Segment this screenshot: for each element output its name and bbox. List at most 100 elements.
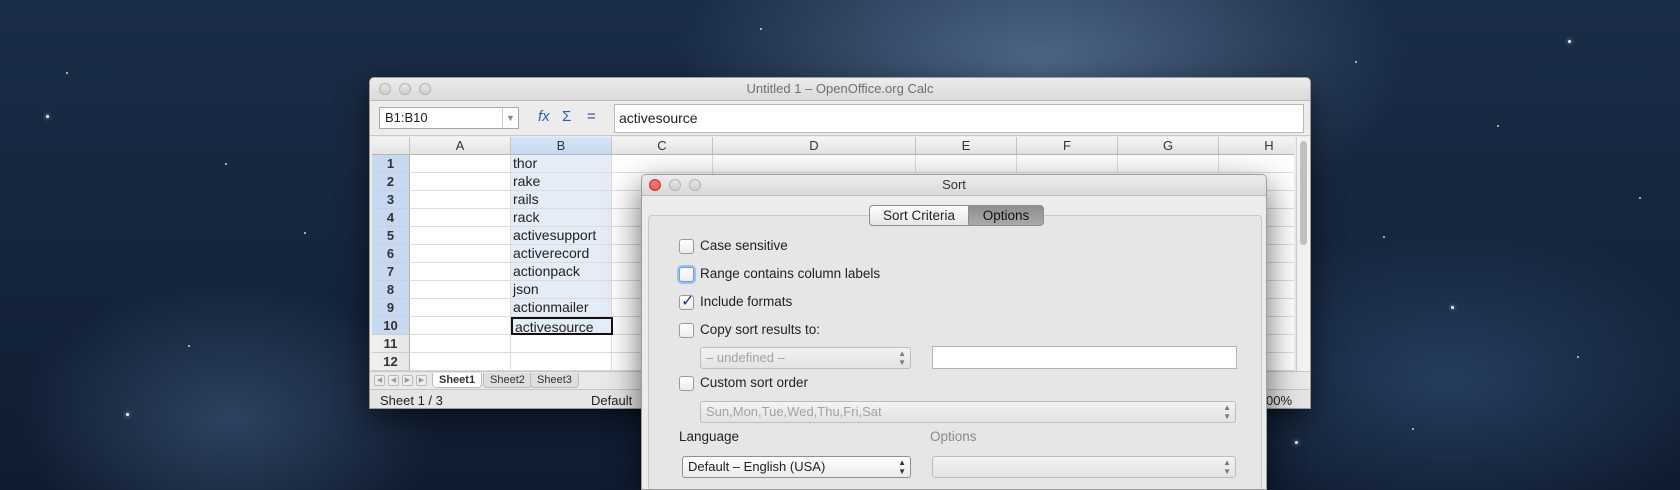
row-header[interactable]: 12 <box>372 353 410 371</box>
include-formats-label: Include formats <box>700 294 793 309</box>
chevron-down-icon[interactable]: ▼ <box>502 108 518 128</box>
vertical-scrollbar[interactable] <box>1296 137 1310 371</box>
row-header[interactable]: 5 <box>372 227 410 245</box>
zoom-window-icon[interactable] <box>419 83 431 95</box>
cell-b11[interactable] <box>511 335 612 353</box>
row-header[interactable]: 1 <box>372 155 410 173</box>
cell-a11[interactable] <box>410 335 511 353</box>
range-labels-checkbox[interactable] <box>679 267 694 282</box>
calc-titlebar: Untitled 1 – OpenOffice.org Calc <box>370 78 1310 101</box>
language-select[interactable]: Default – English (USA) ▲ ▼ <box>682 456 911 478</box>
row-header[interactable]: 10 <box>372 317 410 335</box>
range-labels-label: Range contains column labels <box>700 266 881 281</box>
row-header[interactable]: 3 <box>372 191 410 209</box>
row-header[interactable]: 8 <box>372 281 410 299</box>
sum-icon[interactable]: Σ <box>562 108 571 125</box>
cell-a2[interactable] <box>410 173 511 191</box>
cell-a1[interactable] <box>410 155 511 173</box>
cell-b7[interactable]: actionpack <box>511 263 612 281</box>
cell-b3[interactable]: rails <box>511 191 612 209</box>
cell-g1[interactable] <box>1118 155 1219 173</box>
cell-a4[interactable] <box>410 209 511 227</box>
name-box-value: B1:B10 <box>385 110 428 125</box>
custom-order-label: Custom sort order <box>700 375 809 390</box>
cell-d1[interactable] <box>713 155 916 173</box>
minimize-dialog-icon[interactable] <box>669 179 681 191</box>
window-title: Untitled 1 – OpenOffice.org Calc <box>746 81 934 96</box>
updown-arrow-icon: ▲ ▼ <box>898 458 906 476</box>
options-panel: Case sensitive Range contains column lab… <box>648 215 1262 489</box>
next-sheet-icon[interactable]: ▶ <box>402 375 413 386</box>
custom-order-checkbox[interactable] <box>679 376 694 391</box>
tab-sort-criteria[interactable]: Sort Criteria <box>869 205 969 226</box>
dialog-title: Sort <box>942 177 966 192</box>
copy-target-select[interactable]: – undefined – ▲ ▼ <box>700 347 911 369</box>
cell-b10[interactable]: activesource <box>511 317 613 335</box>
zoom-dialog-icon[interactable] <box>689 179 701 191</box>
row-header[interactable]: 7 <box>372 263 410 281</box>
tab-options[interactable]: Options <box>968 205 1044 226</box>
cell-e1[interactable] <box>916 155 1017 173</box>
close-window-icon[interactable] <box>379 83 391 95</box>
column-header-g[interactable]: G <box>1118 137 1219 155</box>
row-header[interactable]: 11 <box>372 335 410 353</box>
cell-a5[interactable] <box>410 227 511 245</box>
cell-c1[interactable] <box>612 155 713 173</box>
page-style-status[interactable]: Default <box>591 390 632 408</box>
column-header-f[interactable]: F <box>1017 137 1118 155</box>
cell-a6[interactable] <box>410 245 511 263</box>
column-header-e[interactable]: E <box>916 137 1017 155</box>
row-header[interactable]: 9 <box>372 299 410 317</box>
cell-b4[interactable]: rack <box>511 209 612 227</box>
scrollbar-thumb[interactable] <box>1300 141 1307 245</box>
cell-a12[interactable] <box>410 353 511 371</box>
case-sensitive-checkbox[interactable] <box>679 239 694 254</box>
column-header-h[interactable]: H <box>1219 137 1294 155</box>
custom-order-select[interactable]: Sun,Mon,Tue,Wed,Thu,Fri,Sat ▲ ▼ <box>700 401 1236 423</box>
previous-sheet-icon[interactable]: ◀ <box>388 375 399 386</box>
cell-a7[interactable] <box>410 263 511 281</box>
formula-input[interactable]: activesource <box>614 104 1304 133</box>
row-header[interactable]: 4 <box>372 209 410 227</box>
sheet-tab-sheet2[interactable]: Sheet2 <box>483 373 532 388</box>
cell-b2[interactable]: rake <box>511 173 612 191</box>
minimize-window-icon[interactable] <box>399 83 411 95</box>
include-formats-checkbox[interactable]: ✓ <box>679 293 694 310</box>
sheet-tab-sheet1[interactable]: Sheet1 <box>432 373 483 388</box>
copy-results-checkbox[interactable] <box>679 323 694 338</box>
cell-b9[interactable]: actionmailer <box>511 299 612 317</box>
language-options-select[interactable]: ▲ ▼ <box>932 456 1236 478</box>
cell-h1[interactable] <box>1219 155 1294 173</box>
cell-b8[interactable]: json <box>511 281 612 299</box>
cell-a9[interactable] <box>410 299 511 317</box>
cell-b1[interactable]: thor <box>511 155 612 173</box>
row-header[interactable]: 2 <box>372 173 410 191</box>
equals-icon[interactable]: = <box>587 108 596 125</box>
cell-b12[interactable] <box>511 353 612 371</box>
first-sheet-icon[interactable]: ◀ <box>374 375 385 386</box>
cell-b6[interactable]: activerecord <box>511 245 612 263</box>
copy-target-input[interactable] <box>932 346 1237 369</box>
column-header-c[interactable]: C <box>612 137 713 155</box>
cell-a3[interactable] <box>410 191 511 209</box>
cell-a8[interactable] <box>410 281 511 299</box>
language-label: Language <box>679 429 740 444</box>
row-header[interactable]: 6 <box>372 245 410 263</box>
zoom-status[interactable]: 00% <box>1266 390 1292 408</box>
updown-arrow-icon: ▲ ▼ <box>898 349 906 367</box>
cell-b5[interactable]: activesupport <box>511 227 612 245</box>
name-box[interactable]: B1:B10 ▼ <box>379 107 519 129</box>
case-sensitive-label: Case sensitive <box>700 238 788 253</box>
custom-order-value: Sun,Mon,Tue,Wed,Thu,Fri,Sat <box>706 404 882 419</box>
column-header-d[interactable]: D <box>713 137 916 155</box>
close-dialog-icon[interactable] <box>649 179 661 191</box>
cell-f1[interactable] <box>1017 155 1118 173</box>
last-sheet-icon[interactable]: ▶ <box>416 375 427 386</box>
select-all-corner[interactable] <box>372 137 410 155</box>
column-header-a[interactable]: A <box>410 137 511 155</box>
sheet-tab-sheet3[interactable]: Sheet3 <box>530 373 579 388</box>
function-wizard-icon[interactable]: fx <box>538 108 550 125</box>
cell-a10[interactable] <box>410 317 511 335</box>
updown-arrow-icon: ▲ ▼ <box>1223 403 1231 421</box>
column-header-b[interactable]: B <box>511 137 612 155</box>
